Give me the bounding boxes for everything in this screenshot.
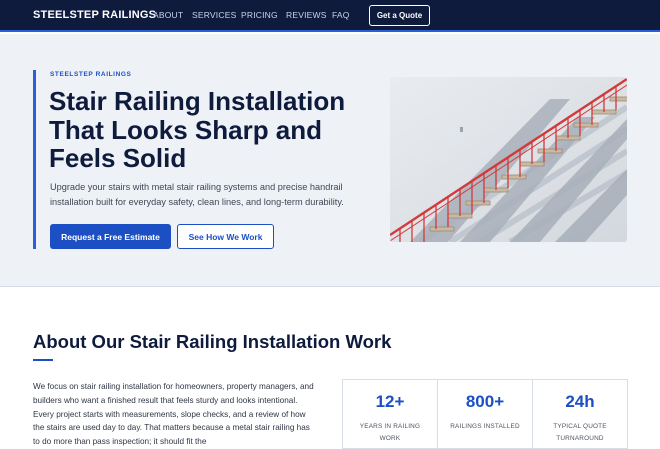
nav-link-reviews[interactable]: REVIEWS [286, 10, 327, 20]
top-navigation-bar: STEELSTEP RAILINGS ABOUT SERVICES PRICIN… [0, 0, 660, 32]
stats-panel: 12+ YEARS IN RAILING WORK 800+ RAILINGS … [342, 379, 628, 449]
nav-link-about[interactable]: ABOUT [153, 10, 183, 20]
nav-link-services[interactable]: SERVICES [192, 10, 236, 20]
stat-value: 12+ [375, 392, 405, 411]
nav-link-pricing[interactable]: PRICING [241, 10, 278, 20]
stat-years: 12+ YEARS IN RAILING WORK [343, 380, 438, 448]
stair-railing-illustration [390, 77, 627, 242]
hero-eyebrow: STEELSTEP RAILINGS [50, 71, 132, 78]
nav-link-faq[interactable]: FAQ [332, 10, 350, 20]
hero-accent-bar [33, 70, 36, 249]
stat-value: 800+ [465, 392, 505, 411]
stat-label: TYPICAL QUOTE TURNAROUND [553, 423, 607, 442]
stat-label: YEARS IN RAILING WORK [359, 423, 421, 442]
stat-railings: 800+ RAILINGS INSTALLED [438, 380, 533, 448]
stat-turnaround: 24h TYPICAL QUOTE TURNAROUND [533, 380, 627, 448]
stair-railing-photo [390, 77, 627, 242]
get-a-quote-button[interactable]: Get a Quote [369, 5, 430, 26]
about-section-title: About Our Stair Railing Installation Wor… [33, 331, 392, 352]
brand-logo-text[interactable]: STEELSTEP RAILINGS [33, 9, 156, 21]
about-body-text: We focus on stair railing installation f… [33, 382, 314, 447]
hero-title: Stair Railing Installation That Looks Sh… [49, 86, 346, 173]
request-free-estimate-button[interactable]: Request a Free Estimate [50, 224, 171, 249]
stat-value: 24h [565, 392, 595, 411]
about-title-underline [33, 359, 53, 361]
stat-label: RAILINGS INSTALLED [450, 423, 520, 430]
hero-subtitle: Upgrade your stairs with metal stair rai… [50, 182, 344, 207]
see-how-we-work-button[interactable]: See How We Work [177, 224, 274, 249]
